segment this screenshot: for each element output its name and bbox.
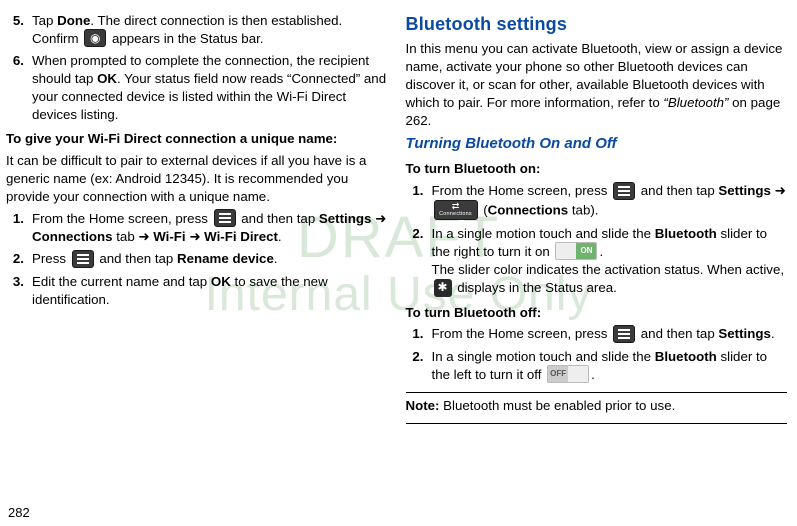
page-number: 282 xyxy=(8,505,30,520)
off-step-2: 2. In a single motion touch and slide th… xyxy=(406,348,788,384)
text: From the Home screen, press xyxy=(32,211,212,226)
wifi-direct-label: Wi-Fi Direct xyxy=(204,229,278,244)
wifi-direct-icon: ◉ xyxy=(84,29,106,47)
settings-label: Settings xyxy=(718,183,770,198)
connections-tab-icon: ⇄Connections xyxy=(434,200,478,220)
text: When prompted to complete the connection… xyxy=(32,53,319,68)
text: Edit the current name and tap xyxy=(32,274,211,289)
done-label: Done xyxy=(57,13,90,28)
step-num: 1. xyxy=(6,210,32,246)
text: . xyxy=(771,326,775,341)
text: Tap xyxy=(32,13,57,28)
unique-step-2: 2. Press and then tap Rename device. xyxy=(6,250,388,268)
text: ( xyxy=(480,202,488,217)
connections-label: Connections xyxy=(488,202,569,217)
menu-icon xyxy=(613,325,635,343)
step-body: Tap Done. The direct connection is then … xyxy=(32,12,388,48)
text: and then tap xyxy=(238,211,319,226)
on-step-2: 2. In a single motion touch and slide th… xyxy=(406,225,788,298)
step-num: 5. xyxy=(6,12,32,48)
arrow-icon: ➜ xyxy=(371,211,386,226)
step-body: In a single motion touch and slide the B… xyxy=(432,225,788,298)
on-step-1: 1. From the Home screen, press and then … xyxy=(406,182,788,220)
note-label: Note: xyxy=(406,398,440,413)
settings-label: Settings xyxy=(718,326,770,341)
text: In a single motion touch and slide the xyxy=(432,349,655,364)
step-num: 1. xyxy=(406,325,432,343)
step-body: When prompted to complete the connection… xyxy=(32,52,388,124)
toggle-on-icon: ON xyxy=(555,242,597,260)
step-6: 6. When prompted to complete the connect… xyxy=(6,52,388,124)
text: The slider color indicates the activatio… xyxy=(432,262,785,277)
menu-icon xyxy=(214,209,236,227)
off-step-1: 1. From the Home screen, press and then … xyxy=(406,325,788,343)
subheading-unique-name: To give your Wi-Fi Direct connection a u… xyxy=(6,130,388,148)
bluetooth-label: Bluetooth xyxy=(655,226,717,241)
text: displays in the Status area. xyxy=(454,280,617,295)
menu-icon xyxy=(72,250,94,268)
left-column: 5. Tap Done. The direct connection is th… xyxy=(6,12,388,500)
text: and then tap xyxy=(637,326,718,341)
heading-bluetooth-settings: Bluetooth settings xyxy=(406,12,788,36)
step-body: In a single motion touch and slide the B… xyxy=(432,348,788,384)
text: tab ➜ xyxy=(113,229,154,244)
step-5: 5. Tap Done. The direct connection is th… xyxy=(6,12,388,48)
connections-label: Connections xyxy=(32,229,113,244)
text: In a single motion touch and slide the xyxy=(432,226,655,241)
page-body: 5. Tap Done. The direct connection is th… xyxy=(0,0,797,506)
step-num: 3. xyxy=(6,273,32,309)
text: . xyxy=(278,229,282,244)
bluetooth-icon: ✱ xyxy=(434,279,452,297)
divider xyxy=(406,392,788,393)
step-body: Press and then tap Rename device. xyxy=(32,250,388,268)
step-body: From the Home screen, press and then tap… xyxy=(432,182,788,220)
step-num: 2. xyxy=(406,225,432,298)
text: tab). xyxy=(568,202,598,217)
text: . xyxy=(599,244,603,259)
text: Press xyxy=(32,251,70,266)
ok-label: OK xyxy=(97,71,117,86)
text: . Your status field now reads xyxy=(117,71,287,86)
text: . The direct connection is then establis… xyxy=(90,13,342,28)
menu-icon xyxy=(613,182,635,200)
note: Note: Bluetooth must be enabled prior to… xyxy=(406,397,788,415)
subheading-turn-on: To turn Bluetooth on: xyxy=(406,160,788,178)
step-num: 2. xyxy=(6,250,32,268)
unique-step-3: 3. Edit the current name and tap OK to s… xyxy=(6,273,388,309)
bluetooth-label: Bluetooth xyxy=(655,349,717,364)
step-num: 2. xyxy=(406,348,432,384)
arrow-icon: ➜ xyxy=(186,229,205,244)
unique-step-1: 1. From the Home screen, press and then … xyxy=(6,210,388,246)
intro-paragraph: In this menu you can activate Bluetooth,… xyxy=(406,40,788,130)
paragraph: It can be difficult to pair to external … xyxy=(6,152,388,206)
step-body: From the Home screen, press and then tap… xyxy=(432,325,788,343)
subheading-turn-off: To turn Bluetooth off: xyxy=(406,304,788,322)
step-body: From the Home screen, press and then tap… xyxy=(32,210,388,246)
right-column: Bluetooth settings In this menu you can … xyxy=(406,12,788,500)
ok-label: OK xyxy=(211,274,231,289)
settings-label: Settings xyxy=(319,211,371,226)
bluetooth-ref: “Bluetooth” xyxy=(663,95,728,110)
text: . xyxy=(591,367,595,382)
heading-turning-on-off: Turning Bluetooth On and Off xyxy=(406,134,788,154)
wifi-label: Wi-Fi xyxy=(153,229,185,244)
text: and then tap xyxy=(96,251,177,266)
divider xyxy=(406,423,788,424)
text: appears in the Status bar. xyxy=(108,31,263,46)
text: Confirm xyxy=(32,31,82,46)
note-text: Bluetooth must be enabled prior to use. xyxy=(439,398,675,413)
text: . xyxy=(274,251,278,266)
text: From the Home screen, press xyxy=(432,183,612,198)
toggle-off-icon: OFF xyxy=(547,365,589,383)
arrow-icon: ➜ xyxy=(771,183,786,198)
step-body: Edit the current name and tap OK to save… xyxy=(32,273,388,309)
rename-device-label: Rename device xyxy=(177,251,274,266)
text: From the Home screen, press xyxy=(432,326,612,341)
text: and then tap xyxy=(637,183,718,198)
step-num: 6. xyxy=(6,52,32,124)
step-num: 1. xyxy=(406,182,432,220)
